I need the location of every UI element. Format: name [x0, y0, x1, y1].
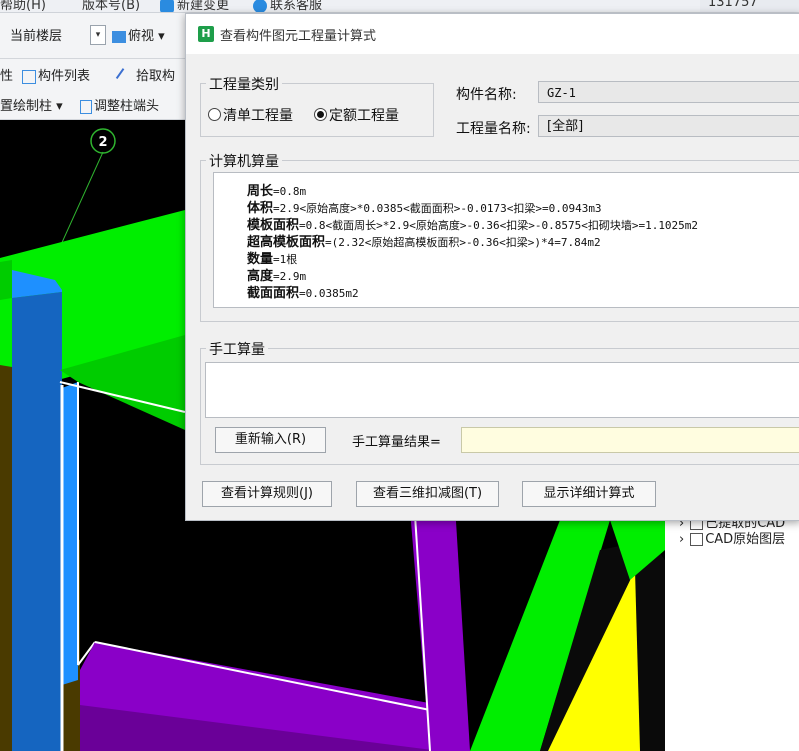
menu-version[interactable]: 版本号(B) — [82, 0, 140, 12]
layer-checkbox-original[interactable] — [690, 533, 704, 546]
floor-toolbar: 当前楼层 ▾ 俯视 ▾ — [0, 13, 200, 59]
manual-calc-textarea[interactable] — [205, 362, 799, 418]
quantity-formula-dialog: H 查看构件图元工程量计算式 工程量类别 清单工程量 定额工程量 构件名称: G… — [185, 13, 799, 521]
manual-calc-label: 手工算量 — [206, 339, 268, 359]
manual-result-field[interactable] — [461, 427, 799, 453]
view-dropdown[interactable]: 俯视 ▾ — [112, 25, 165, 44]
quantity-name-label: 工程量名称: — [456, 121, 531, 137]
component-name-field[interactable]: GZ-1 — [538, 81, 799, 103]
component-toolbar: 性 构件列表 拾取构 — [0, 59, 200, 90]
current-floor-label: 当前楼层 — [10, 29, 63, 44]
adjust-column-end-button[interactable]: 调整柱端头 — [80, 95, 159, 114]
account-number[interactable]: 131757 — [708, 0, 758, 10]
manual-result-label: 手工算量结果= — [352, 435, 441, 450]
component-list-tab[interactable]: 构件列表 — [22, 65, 90, 84]
calc-line-super-high-formwork: 超高模板面积=(2.32<原始超高模板面积>-0.36<扣梁>)*4=7.84m… — [247, 235, 601, 250]
component-name-label: 构件名称: — [456, 87, 517, 103]
dialog-titlebar[interactable]: H 查看构件图元工程量计算式 — [186, 14, 799, 54]
floor-dropdown[interactable]: ▾ — [90, 25, 106, 45]
radio-bill-indicator[interactable] — [208, 108, 221, 121]
contact-icon — [253, 0, 267, 12]
radio-quota-quantity[interactable]: 定额工程量 — [314, 105, 399, 125]
view-cube-icon — [112, 30, 126, 43]
properties-tab[interactable]: 性 — [0, 65, 13, 84]
app-menu-bar: 帮助(H) 版本号(B) 新建变更 联系客服 — [0, 0, 799, 13]
radio-bill-quantity[interactable]: 清单工程量 — [208, 105, 293, 125]
view-calc-rules-button[interactable]: 查看计算规则(J) — [202, 481, 332, 507]
adjust-icon — [80, 99, 92, 114]
reenter-button[interactable]: 重新输入(R) — [215, 427, 326, 453]
account-area: 131757 — [700, 0, 799, 12]
axis-label: 2 — [98, 135, 107, 150]
layer-row-cad-original[interactable]: › CAD原始图层 — [679, 528, 785, 547]
pick-icon — [115, 67, 135, 86]
app-logo-icon: H — [198, 26, 214, 42]
list-icon — [22, 69, 36, 84]
computer-calc-textarea[interactable]: 周长=0.8m 体积=2.9<原始高度>*0.0385<截面面积>-0.0173… — [213, 172, 799, 308]
quantity-type-label: 工程量类别 — [206, 74, 282, 94]
column-blue — [12, 292, 62, 751]
draw-column-dropdown[interactable]: 置绘制柱 ▾ — [0, 95, 63, 114]
radio-quota-indicator[interactable] — [314, 108, 327, 121]
layer-panel: › 已提取的CAD › CAD原始图层 — [665, 516, 799, 751]
draw-toolbar: 置绘制柱 ▾ 调整柱端头 — [0, 89, 200, 120]
menu-new-change[interactable]: 新建变更 — [160, 0, 229, 12]
calc-line-section-area: 截面面积=0.0385m2 — [247, 286, 359, 301]
quantity-name-dropdown[interactable]: [全部] — [538, 115, 799, 137]
menu-help[interactable]: 帮助(H) — [0, 0, 46, 12]
pick-component-button[interactable]: 拾取构 — [115, 65, 175, 86]
computer-calc-label: 计算机算量 — [206, 151, 282, 171]
view-3d-deduction-button[interactable]: 查看三维扣减图(T) — [356, 481, 499, 507]
menu-contact[interactable]: 联系客服 — [253, 0, 322, 12]
new-change-icon — [160, 0, 174, 12]
dialog-title: 查看构件图元工程量计算式 — [220, 29, 377, 44]
show-detail-formula-button[interactable]: 显示详细计算式 — [522, 481, 656, 507]
